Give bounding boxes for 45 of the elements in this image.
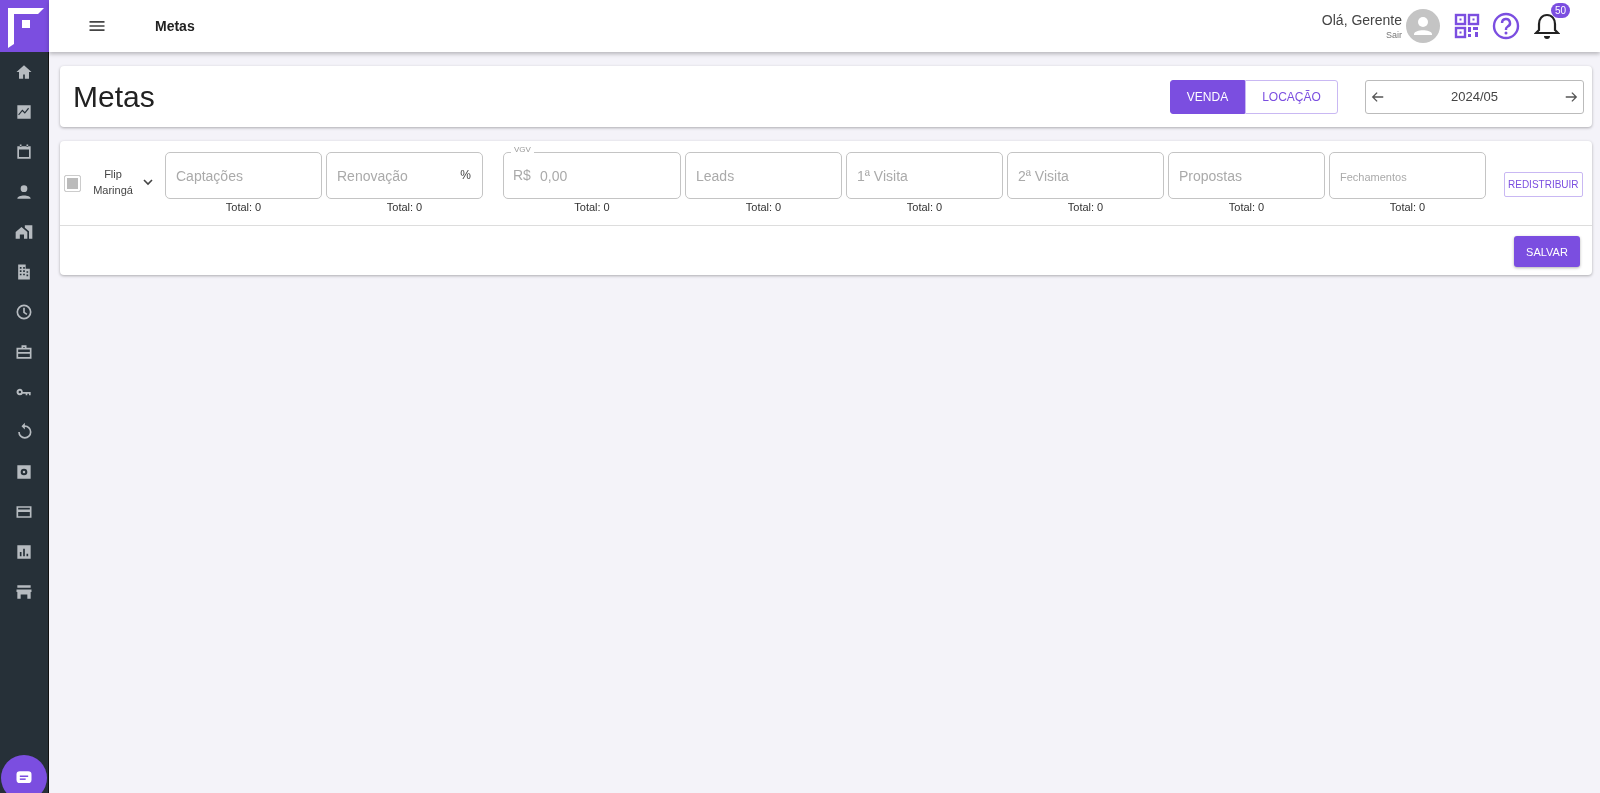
total-label: Total: 0 [906,201,943,213]
house-icon[interactable] [14,222,34,242]
greeting: Olá, Gerente [1321,12,1402,28]
page-title: Metas [155,18,195,34]
page-heading: Metas [73,79,155,114]
chart-icon[interactable] [14,102,34,122]
bell-icon[interactable] [1534,12,1560,40]
logout-link[interactable]: Sair [1386,30,1402,40]
clock-icon[interactable] [14,302,34,322]
chat-button[interactable] [1,755,47,793]
percent-suffix: % [460,168,471,182]
checkbox[interactable] [64,175,81,192]
briefcase-icon[interactable] [14,342,34,362]
total-label: Total: 0 [225,201,262,213]
total-label: Total: 0 [1389,201,1426,213]
bar-chart-icon[interactable] [14,542,34,562]
redistribute-button[interactable]: REDISTRIBUIR [1504,172,1583,197]
input-field[interactable]: Leads [685,152,842,199]
input-field[interactable]: Propostas [1168,152,1325,199]
qr-code-icon[interactable] [1454,13,1480,39]
save-button[interactable]: SALVAR [1514,236,1580,267]
notification-badge: 50 [1550,3,1570,18]
store-icon[interactable] [14,582,34,602]
input-field[interactable]: Captações [165,152,322,199]
input-field[interactable]: 1ª Visita [846,152,1003,199]
total-label: Total: 0 [574,201,610,213]
arrow-left-icon[interactable] [1371,89,1385,104]
total-label: Total: 0 [745,201,782,213]
period-picker[interactable]: 2024/05 [1365,79,1584,114]
total-label: Total: 0 [1067,201,1104,213]
input-field[interactable]: 2ª Visita [1007,152,1164,199]
tab[interactable]: LOCAÇÃO [1245,79,1338,114]
agency-name: Flip Maringá [92,167,134,198]
input-field[interactable]: Fechamentos [1329,152,1486,199]
total-label: Total: 0 [1228,201,1265,213]
calendar-icon[interactable] [14,142,34,162]
total-label: Total: 0 [386,201,423,213]
person-icon[interactable] [14,182,34,202]
currency-prefix: R$ [513,167,531,183]
logo[interactable] [0,0,49,52]
field-label: VGV [511,145,534,154]
help-icon[interactable] [1492,12,1520,40]
arrow-right-icon[interactable] [1564,89,1578,104]
period-value: 2024/05 [1451,89,1498,104]
tab[interactable]: VENDA [1170,79,1245,114]
